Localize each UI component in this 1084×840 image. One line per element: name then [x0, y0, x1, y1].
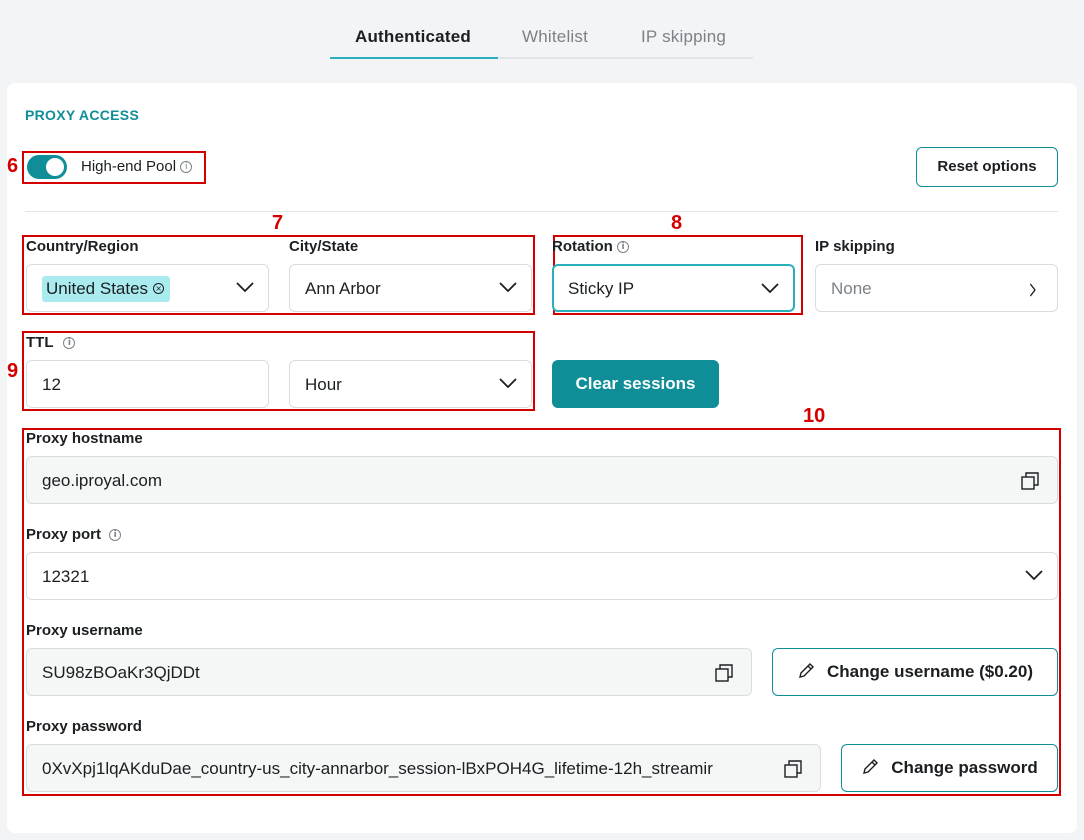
toggle-knob — [46, 158, 64, 176]
ip-skipping-select[interactable]: None — [815, 264, 1058, 312]
password-label: Proxy password — [26, 718, 142, 735]
info-icon[interactable]: i — [617, 241, 629, 254]
chevron-down-icon — [1025, 570, 1043, 581]
city-value: Ann Arbor — [305, 279, 381, 298]
tab-whitelist[interactable]: Whitelist — [522, 27, 588, 47]
info-icon[interactable]: i — [180, 161, 193, 174]
info-icon[interactable]: i — [63, 337, 76, 350]
ip-skipping-label: IP skipping — [815, 238, 895, 255]
ttl-label-text: TTL — [26, 334, 54, 351]
rotation-label-text: Rotation — [552, 238, 613, 255]
port-value: 12321 — [42, 567, 90, 586]
hostname-value: geo.iproyal.com — [42, 471, 163, 490]
tab-bar: Authenticated Whitelist IP skipping — [330, 22, 753, 59]
ttl-label: TTL i — [26, 334, 76, 351]
reset-options-button[interactable]: Reset options — [916, 147, 1058, 187]
active-tab-indicator — [330, 57, 498, 59]
tab-ip-skipping[interactable]: IP skipping — [641, 27, 726, 47]
username-label: Proxy username — [26, 622, 143, 639]
port-select[interactable]: 12321 — [26, 552, 1058, 600]
annotation-6: 6 — [7, 155, 19, 177]
chevron-down-icon — [499, 282, 517, 293]
password-field[interactable]: 0XvXpj1lqAKduDae_country-us_city-annarbo… — [26, 744, 821, 792]
info-icon[interactable]: i — [109, 529, 122, 542]
copy-icon[interactable] — [1020, 471, 1040, 491]
annotation-10: 10 — [803, 405, 826, 427]
username-field[interactable]: SU98zBOaKr3QjDDt — [26, 648, 752, 696]
country-chip-label: United States — [46, 279, 149, 298]
divider — [25, 211, 1058, 212]
high-end-pool-toggle[interactable] — [27, 155, 67, 179]
clear-sessions-button[interactable]: Clear sessions — [552, 360, 719, 408]
hostname-field[interactable]: geo.iproyal.com — [26, 456, 1058, 504]
chevron-down-icon — [236, 282, 254, 293]
ttl-input[interactable]: 12 — [26, 360, 269, 408]
high-end-pool-label: High-end Pool i — [81, 158, 193, 175]
annotation-9: 9 — [7, 360, 19, 382]
change-username-button[interactable]: Change username ($0.20) — [772, 648, 1058, 696]
change-password-button[interactable]: Change password — [841, 744, 1058, 792]
pencil-icon — [799, 663, 815, 678]
ttl-unit-select[interactable]: Hour — [289, 360, 532, 408]
tab-authenticated[interactable]: Authenticated — [355, 27, 471, 47]
section-title: PROXY ACCESS — [25, 107, 140, 123]
annotation-7: 7 — [272, 212, 284, 234]
rotation-select[interactable]: Sticky IP — [552, 264, 795, 312]
hostname-label: Proxy hostname — [26, 430, 143, 447]
chevron-right-icon — [1029, 283, 1036, 297]
password-value: 0XvXpj1lqAKduDae_country-us_city-annarbo… — [42, 759, 713, 778]
change-password-label: Change password — [891, 758, 1038, 777]
city-select[interactable]: Ann Arbor — [289, 264, 532, 312]
port-label: Proxy port i — [26, 526, 122, 543]
country-select[interactable]: United States × — [26, 264, 269, 312]
copy-icon[interactable] — [783, 759, 803, 779]
annotation-8: 8 — [671, 212, 683, 234]
rotation-label: Rotation i — [552, 238, 629, 255]
country-label: Country/Region — [26, 238, 139, 255]
username-value: SU98zBOaKr3QjDDt — [42, 663, 200, 682]
copy-icon[interactable] — [714, 663, 734, 683]
ip-skipping-value: None — [831, 279, 872, 298]
port-label-text: Proxy port — [26, 526, 102, 543]
country-chip: United States × — [42, 276, 171, 302]
chevron-down-icon — [761, 283, 779, 294]
ttl-value: 12 — [42, 375, 61, 394]
chevron-down-icon — [499, 378, 517, 389]
high-end-pool-text: High-end Pool — [81, 158, 177, 175]
rotation-value: Sticky IP — [568, 279, 635, 298]
pencil-icon — [863, 759, 879, 774]
ttl-unit-value: Hour — [305, 375, 342, 394]
remove-chip-icon[interactable]: × — [153, 283, 165, 294]
city-label: City/State — [289, 238, 359, 255]
change-username-label: Change username ($0.20) — [827, 662, 1033, 681]
